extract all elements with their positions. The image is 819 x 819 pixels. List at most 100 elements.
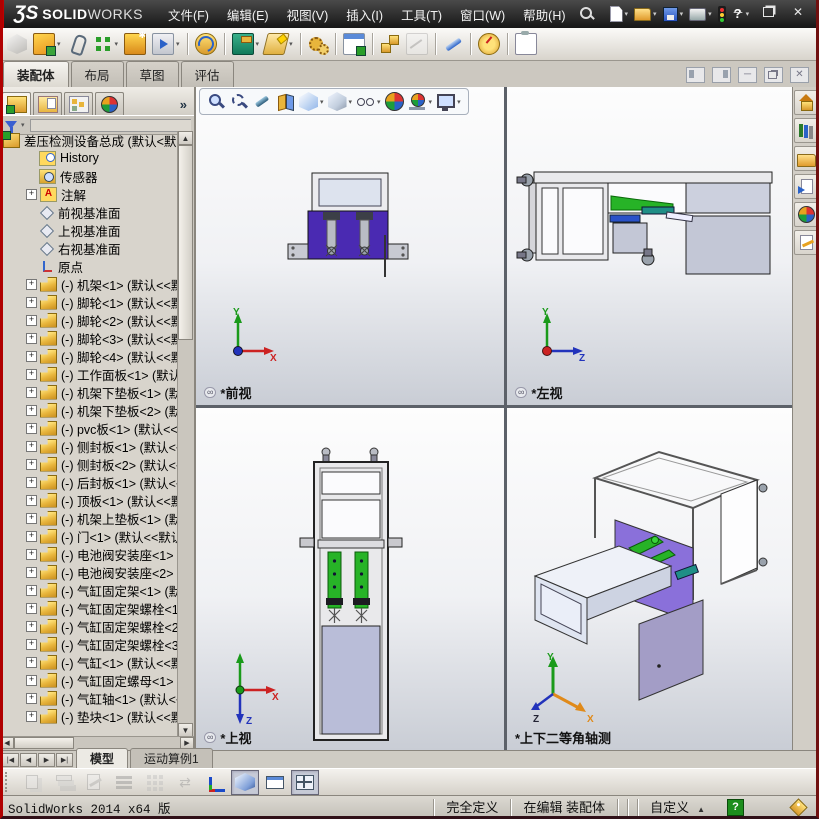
first-button[interactable]: |◀ <box>3 753 19 767</box>
expand-icon[interactable]: + <box>26 188 37 200</box>
reference-geometry-button[interactable]: ▾ <box>262 31 295 57</box>
close-button[interactable]: ✕ <box>787 4 809 21</box>
tree-item[interactable]: +(-) 顶板<1> (默认<<默认 <box>3 491 178 509</box>
restore-button[interactable] <box>757 4 779 21</box>
view-palette-button[interactable] <box>794 174 816 199</box>
display-style-button[interactable]: ▾ <box>327 92 352 111</box>
viewport-top[interactable]: X Z ∞ *上视 <box>196 408 504 750</box>
tree-item[interactable]: +(-) 脚轮<4> (默认<<默认 <box>3 347 178 365</box>
tree-item[interactable]: +(-) 机架上垫板<1> (默认 <box>3 509 178 527</box>
tab-模型[interactable]: 模型 <box>76 748 129 768</box>
four-view-button[interactable] <box>291 769 319 795</box>
tag-icon[interactable] <box>789 798 808 816</box>
configurationmanager-tab[interactable] <box>64 92 93 115</box>
units-selector[interactable]: 自定义 ▲ <box>637 799 717 816</box>
expand-icon[interactable]: + <box>26 368 37 380</box>
expand-icon[interactable]: + <box>26 692 37 704</box>
expand-icon[interactable]: + <box>26 458 37 470</box>
tree-item[interactable]: History <box>3 149 178 167</box>
exploded-view-button[interactable] <box>378 32 402 56</box>
menu-file[interactable]: 文件(F) <box>159 1 218 28</box>
menu-window[interactable]: 窗口(W) <box>451 1 514 28</box>
scrollbar-thumb-h[interactable] <box>14 737 74 749</box>
appearances-scenes-button[interactable] <box>794 202 816 227</box>
close-button[interactable]: ✕ <box>790 67 809 83</box>
shaded-3d-view-button[interactable] <box>231 769 259 795</box>
instant3d-button[interactable] <box>441 32 465 56</box>
tree-item[interactable]: +(-) 后封板<1> (默认<<默 <box>3 473 178 491</box>
tree-item[interactable]: +(-) 气缸固定架螺栓<2> ( <box>3 617 178 635</box>
displaymanager-tab[interactable] <box>95 92 124 115</box>
expand-icon[interactable]: + <box>26 314 37 326</box>
view-settings-button[interactable]: ▾ <box>436 92 461 111</box>
featuremanager-tree-tab[interactable] <box>3 92 31 115</box>
tree-item[interactable]: 传感器 <box>3 167 178 185</box>
apply-scene-button[interactable]: ▾ <box>408 92 432 111</box>
mate-button[interactable] <box>65 32 89 56</box>
save-button[interactable]: ▾ <box>660 6 687 23</box>
filter-input[interactable] <box>29 118 191 132</box>
toolbar-grip[interactable] <box>5 772 12 792</box>
tab-评估[interactable]: 评估 <box>180 61 234 87</box>
expand-icon[interactable]: + <box>26 566 37 578</box>
tab-草图[interactable]: 草图 <box>125 61 179 87</box>
tile-right-button[interactable] <box>712 67 731 83</box>
tree-item[interactable]: +(-) 脚轮<2> (默认<<默认 <box>3 311 178 329</box>
tree-item[interactable]: +(-) 侧封板<1> (默认<<默 <box>3 437 178 455</box>
expand-icon[interactable]: + <box>26 530 37 542</box>
scroll-down-icon[interactable]: ▼ <box>178 723 193 737</box>
tree-item[interactable]: +(-) 机架下垫板<1> (默认 <box>3 383 178 401</box>
expand-icon[interactable]: + <box>26 350 37 362</box>
print-button[interactable]: ▾ <box>686 7 715 22</box>
bill-of-materials-button[interactable] <box>341 31 367 57</box>
expand-icon[interactable]: + <box>26 674 37 686</box>
expand-icon[interactable]: + <box>26 476 37 488</box>
tree-item[interactable]: +(-) 电池阀安装座<1> (默 <box>3 545 178 563</box>
zoom-to-area-button[interactable] <box>230 92 249 111</box>
menu-help[interactable]: 帮助(H) <box>514 1 574 28</box>
file-explorer-button[interactable] <box>794 146 816 171</box>
tree-item[interactable]: +(-) 气缸固定架螺栓<3> ( <box>3 635 178 653</box>
tab-布局[interactable]: 布局 <box>70 61 124 87</box>
tree-item[interactable]: 上视基准面 <box>3 221 178 239</box>
menu-tools[interactable]: 工具(T) <box>392 1 451 28</box>
hide-show-items-button[interactable]: ▾ <box>356 92 381 111</box>
propertymanager-tab[interactable] <box>33 92 62 115</box>
tree-item[interactable]: +(-) 气缸轴<1> (默认<<默 <box>3 689 178 707</box>
expand-icon[interactable]: + <box>26 404 37 416</box>
open-document-button[interactable]: ▾ <box>631 7 660 22</box>
scroll-up-icon[interactable]: ▲ <box>178 131 193 145</box>
axes-display-button[interactable] <box>201 770 229 795</box>
expand-icon[interactable]: + <box>26 332 37 344</box>
viewport-isometric[interactable]: Y X Z ∞ *上下二等角轴测 <box>507 408 792 750</box>
zoom-to-fit-button[interactable] <box>207 92 226 111</box>
search-icon[interactable] <box>577 4 597 24</box>
tree-root-item[interactable]: 差压检测设备总成 (默认<默 <box>3 131 178 149</box>
expand-icon[interactable]: + <box>26 584 37 596</box>
expand-icon[interactable]: + <box>26 386 37 398</box>
expand-icon[interactable]: + <box>26 422 37 434</box>
new-motion-study-button[interactable] <box>306 32 330 56</box>
expand-icon[interactable]: + <box>26 278 37 290</box>
custom-properties-button[interactable] <box>794 230 816 255</box>
tree-item[interactable]: +(-) 侧封板<2> (默认<<默 <box>3 455 178 473</box>
tree-item[interactable]: +注解 <box>3 185 178 203</box>
next-button[interactable]: ▶ <box>38 753 55 767</box>
tree-item[interactable]: +(-) 气缸固定架<1> (默认 <box>3 581 178 599</box>
linear-component-pattern-button[interactable]: ▾ <box>91 32 121 56</box>
design-library-button[interactable] <box>794 118 816 143</box>
tab-装配体[interactable]: 装配体 <box>3 61 69 87</box>
take-snapshot-button[interactable] <box>513 31 539 57</box>
tree-item[interactable]: +(-) 脚轮<1> (默认<<默认 <box>3 293 178 311</box>
minimize-button[interactable]: ─ <box>727 4 749 21</box>
previous-view-button[interactable] <box>253 92 272 111</box>
expand-icon[interactable]: + <box>26 638 37 650</box>
filter-dropdown-icon[interactable]: ▾ <box>21 121 25 129</box>
tree-item[interactable]: +(-) 机架<1> (默认<<默认 <box>3 275 178 293</box>
scroll-left-icon[interactable]: ◀ <box>3 737 14 749</box>
show-hidden-components-button[interactable] <box>193 31 219 57</box>
expand-icon[interactable]: + <box>26 656 37 668</box>
tree-item[interactable]: +(-) 脚轮<3> (默认<<默认 <box>3 329 178 347</box>
menu-insert[interactable]: 插入(I) <box>337 1 392 28</box>
previous-button[interactable]: ◀ <box>20 753 37 767</box>
